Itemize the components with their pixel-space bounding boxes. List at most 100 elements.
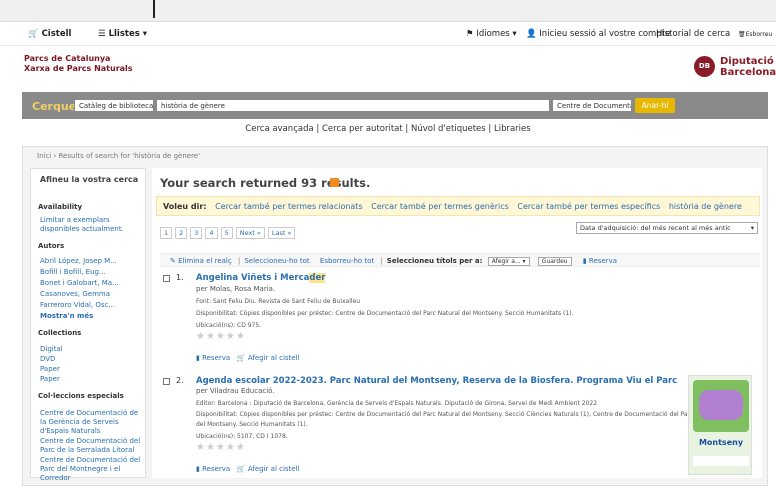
search-bar: Cerqueu Catàleg de biblioteca ▾ història… — [22, 92, 768, 119]
library-select[interactable]: Centre de Documentació ▾ — [552, 99, 632, 112]
result-item: 2. Agenda escolar 2022-2023. Parc Natura… — [160, 376, 760, 475]
highlight-icon: ✎ — [170, 257, 176, 265]
login-link[interactable]: 👤 Inicieu sessió al vostre compte — [526, 29, 670, 39]
author-facet[interactable]: Bonet i Galobart, Ma... — [40, 279, 144, 288]
author-facet[interactable]: Bofill i Bofill, Eug... — [40, 268, 144, 277]
result-actions: ▮ Reserva 🛒 Afegir al cistell — [196, 354, 300, 362]
author-facet[interactable]: Farreroro Vidal, Osc... — [40, 301, 144, 310]
result-title[interactable]: Angelina Viñets i Mercader — [196, 273, 326, 283]
author-facet[interactable]: Casanoves, Gemma — [40, 290, 144, 299]
add-to-cart-link[interactable]: Afegir al cistell — [248, 354, 300, 362]
select-all-link[interactable]: Seleccioneu-ho tot — [244, 257, 309, 265]
suggestion-link[interactable]: Cercar també per termes específics — [517, 202, 660, 211]
author-facet[interactable]: Abril López, Josep M... — [40, 257, 144, 266]
result-author[interactable]: per Viladrau Educació. — [196, 387, 275, 395]
clear-label: Esborreu — [745, 31, 773, 38]
result-number: 2. — [176, 376, 184, 385]
clear-selection-link[interactable]: Esborreu-ho tot — [320, 257, 374, 265]
result-checkbox[interactable] — [163, 378, 170, 385]
special-collection-facet[interactable]: Centre de Documentació del Parc de la Se… — [40, 437, 144, 455]
page-link[interactable]: 4 — [205, 227, 218, 239]
special-collection-facet[interactable]: Centre de Documentació de la Gerència de… — [40, 409, 144, 436]
show-more-authors-link[interactable]: Mostra'n més — [40, 312, 144, 321]
cart-icon: 🛒 — [236, 465, 246, 473]
add-to-cart-link[interactable]: Afegir al cistell — [248, 465, 300, 473]
suggestion-link[interactable]: Cercar també per termes relacionats — [215, 202, 363, 211]
next-page-link[interactable]: Next » — [235, 227, 265, 239]
browser-top-strip — [0, 0, 776, 22]
diputacio-name: Diputació Barcelona — [720, 56, 776, 78]
lists-menu[interactable]: ☰ Llistes ▾ — [98, 29, 147, 39]
sort-select[interactable]: Data d'adquisició: del més recent al més… — [576, 222, 758, 234]
reserve-icon: ▮ — [196, 465, 200, 473]
chevron-down-icon: ▾ — [750, 224, 754, 232]
add-to-value: Afegir a... — [491, 258, 521, 265]
library-brand[interactable]: Parcs de Catalunya Xarxa de Parcs Natura… — [24, 54, 133, 74]
result-number: 1. — [176, 273, 184, 282]
breadcrumb-home[interactable]: Inici — [37, 152, 51, 160]
result-availability: Disponibilitat: Còpies disponibles per p… — [196, 310, 574, 317]
advanced-search-link[interactable]: Cerca avançada — [245, 124, 313, 134]
rating-stars[interactable]: ★★★★★ — [196, 331, 246, 342]
toolbar-reserve-link[interactable]: Reserva — [589, 257, 617, 265]
save-button[interactable]: Guardeu — [537, 257, 572, 266]
cover-character — [699, 390, 743, 420]
languages-menu[interactable]: ⚑ Idiomes ▾ — [466, 29, 517, 39]
result-source: Font: Sant Feliu Diu. Revista de Sant Fe… — [196, 298, 361, 305]
tag-cloud-link[interactable]: Núvol d'etiquetes — [411, 124, 486, 134]
facets-sidebar: Afineu la vostra cerca Availability Limi… — [30, 168, 146, 482]
special-collections-heading: Col·leccions especials — [38, 392, 124, 400]
page-link[interactable]: 1 — [160, 227, 173, 239]
libraries-link[interactable]: Libraries — [494, 124, 531, 134]
reserve-link[interactable]: Reserva — [202, 354, 230, 362]
availability-link[interactable]: Limitar a exemplars disponibles actualme… — [40, 216, 144, 234]
user-icon: 👤 — [526, 29, 537, 39]
did-you-mean-label: Voleu dir: — [163, 202, 207, 211]
page-link[interactable]: 2 — [175, 227, 188, 239]
suggestion-link[interactable]: Cercar també per termes genèrics — [371, 202, 509, 211]
lists-label: Llistes — [108, 29, 140, 39]
result-title[interactable]: Agenda escolar 2022-2023. Parc Natural d… — [196, 376, 677, 386]
result-checkbox[interactable] — [163, 275, 170, 282]
rss-icon[interactable] — [330, 178, 339, 187]
collection-facet[interactable]: Digital — [40, 345, 144, 354]
results-toolbar: ✎ Elimina el realç | Seleccioneu-ho tot E… — [160, 253, 760, 267]
clear-history-link[interactable]: 🗑Esborreu — [738, 31, 772, 38]
collection-facet[interactable]: Paper — [40, 375, 144, 384]
languages-label: Idiomes — [476, 29, 510, 39]
page-link[interactable]: 3 — [190, 227, 203, 239]
result-actions: ▮ Reserva 🛒 Afegir al cistell — [196, 465, 300, 473]
catalog-select[interactable]: Catàleg de biblioteca ▾ — [74, 99, 154, 112]
result-source: Editor: Barcelona : Diputació de Barcelo… — [196, 400, 598, 407]
flag-icon: ⚑ — [466, 29, 474, 39]
search-history-link[interactable]: Historial de cerca — [656, 29, 730, 39]
last-page-link[interactable]: Last » — [267, 227, 296, 239]
suggestion-link[interactable]: història de gènere — [669, 202, 742, 211]
page-link[interactable]: 5 — [220, 227, 233, 239]
search-input[interactable]: història de gènere — [156, 99, 550, 112]
breadcrumb-current: Results of search for 'història de gèner… — [58, 152, 201, 160]
library-select-value: Centre de Documentació — [557, 102, 631, 110]
selected-titles-label: Seleccioneu títols per a: — [386, 257, 483, 265]
authority-search-link[interactable]: Cerca per autoritat — [322, 124, 403, 134]
reserve-link[interactable]: Reserva — [202, 465, 230, 473]
diputacio-line1: Diputació — [720, 56, 774, 67]
cart-label: Cistell — [41, 29, 72, 39]
book-cover-image[interactable]: Montseny — [688, 375, 752, 475]
result-author[interactable]: per Molas, Rosa Maria. — [196, 285, 275, 293]
add-to-select[interactable]: Afegir a... ▾ — [487, 257, 530, 266]
special-collection-facet[interactable]: Centre de Documentació del Parc del Mont… — [40, 456, 144, 483]
result-title-highlight: der — [309, 273, 326, 283]
window-edge — [153, 0, 155, 18]
rating-stars[interactable]: ★★★★★ — [196, 442, 246, 453]
collection-facet[interactable]: DVD — [40, 355, 144, 364]
cover-footer — [693, 456, 749, 466]
search-links: Cerca avançada | Cerca per autoritat | N… — [245, 124, 531, 134]
diputacio-logo: DB — [694, 56, 715, 77]
search-submit-button[interactable]: Anar-hi — [635, 98, 675, 113]
unhighlight-link[interactable]: Elimina el realç — [178, 257, 232, 265]
collection-facet[interactable]: Paper — [40, 365, 144, 374]
cart-menu[interactable]: 🛒 Cistell — [28, 29, 71, 39]
result-location: Ubicació(ns): 5107, CD I 1078. — [196, 433, 288, 440]
cover-title: Montseny — [698, 438, 744, 447]
